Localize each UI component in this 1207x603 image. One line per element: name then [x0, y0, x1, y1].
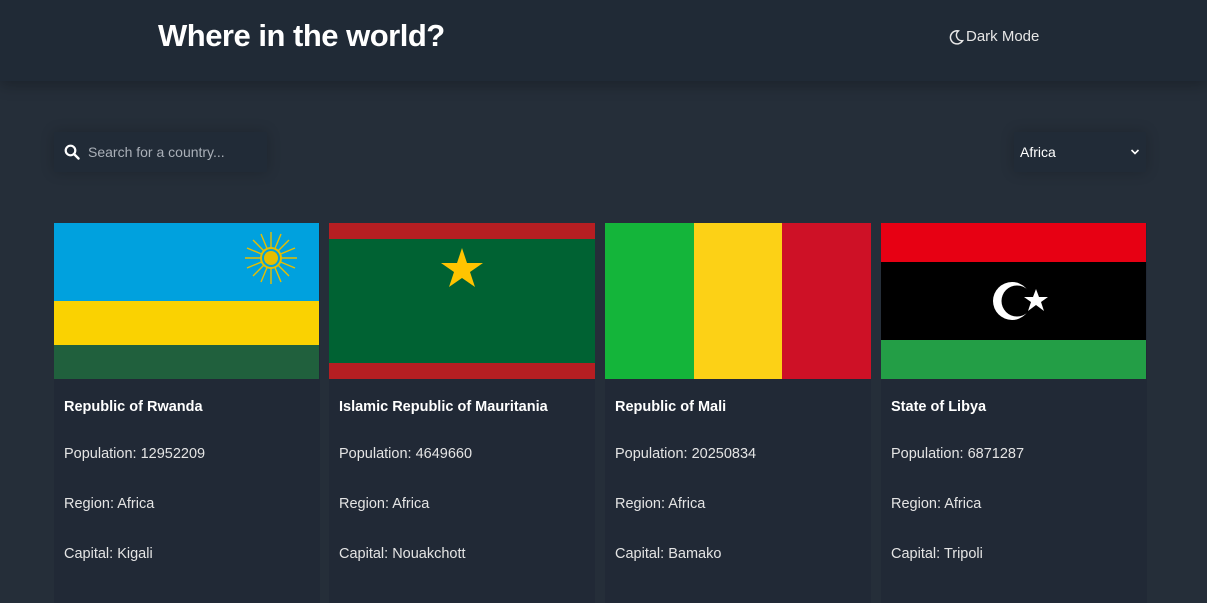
capital: Capital: Bamako: [615, 546, 721, 562]
capital-label: Capital:: [891, 546, 944, 562]
header: Where in the world? Dark Mode: [0, 0, 1207, 81]
country-name: Islamic Republic of Mauritania: [339, 399, 548, 415]
capital: Capital: Nouakchott: [339, 546, 466, 562]
capital-label: Capital:: [339, 546, 393, 562]
country-name: Republic of Mali: [615, 399, 727, 415]
population: Population: 6871287: [891, 446, 1024, 462]
page-title: Where in the world?: [158, 18, 445, 53]
population: Population: 4649660: [339, 446, 472, 462]
population-value: 12952209: [140, 446, 206, 462]
capital-label: Capital:: [615, 546, 669, 562]
country-card[interactable]: State of Libya Population: 6871287 Regio…: [881, 223, 1147, 603]
population-label: Population:: [64, 446, 141, 462]
population-label: Population:: [891, 446, 968, 462]
country-card[interactable]: Republic of Rwanda Population: 12952209 …: [54, 223, 320, 603]
population-label: Population:: [339, 446, 416, 462]
capital-value: Kigali: [117, 546, 153, 562]
search-box[interactable]: [54, 132, 267, 172]
capital-label: Capital:: [64, 546, 118, 562]
region-label: Region:: [615, 496, 669, 512]
dark-mode-label: Dark Mode: [966, 28, 1040, 45]
region: Region: Africa: [891, 496, 981, 512]
population-value: 4649660: [415, 446, 473, 462]
region-filter-value: Africa: [1020, 144, 1056, 160]
country-card[interactable]: Republic of Mali Population: 20250834 Re…: [605, 223, 871, 603]
region-value: Africa: [117, 496, 155, 512]
capital-value: Nouakchott: [392, 546, 466, 562]
flag-mauritania: [329, 223, 595, 379]
region: Region: Africa: [64, 496, 154, 512]
country-card[interactable]: Islamic Republic of Mauritania Populatio…: [329, 223, 595, 603]
region: Region: Africa: [339, 496, 429, 512]
country-name: Republic of Rwanda: [64, 399, 203, 415]
flag-libya: [881, 223, 1147, 379]
region-value: Africa: [944, 496, 982, 512]
population-value: 20250834: [691, 446, 757, 462]
region-filter-select[interactable]: Africa: [1014, 132, 1146, 172]
country-name: State of Libya: [891, 399, 987, 415]
capital: Capital: Tripoli: [891, 546, 983, 562]
capital-value: Bamako: [668, 546, 722, 562]
search-icon: [64, 144, 80, 160]
population-value: 6871287: [967, 446, 1025, 462]
region-label: Region:: [339, 496, 393, 512]
region-label: Region:: [891, 496, 945, 512]
dark-mode-toggle[interactable]: Dark Mode: [949, 28, 1039, 45]
capital: Capital: Kigali: [64, 546, 153, 562]
flag-rwanda: [54, 223, 320, 379]
moon-icon: [949, 29, 964, 45]
region-label: Region:: [64, 496, 118, 512]
population: Population: 12952209: [64, 446, 205, 462]
region-value: Africa: [392, 496, 430, 512]
chevron-down-icon: [1130, 149, 1140, 155]
region: Region: Africa: [615, 496, 705, 512]
flag-mali: [605, 223, 871, 379]
search-input[interactable]: [88, 144, 258, 160]
region-value: Africa: [668, 496, 706, 512]
population-label: Population:: [615, 446, 692, 462]
population: Population: 20250834: [615, 446, 756, 462]
capital-value: Tripoli: [943, 546, 983, 562]
